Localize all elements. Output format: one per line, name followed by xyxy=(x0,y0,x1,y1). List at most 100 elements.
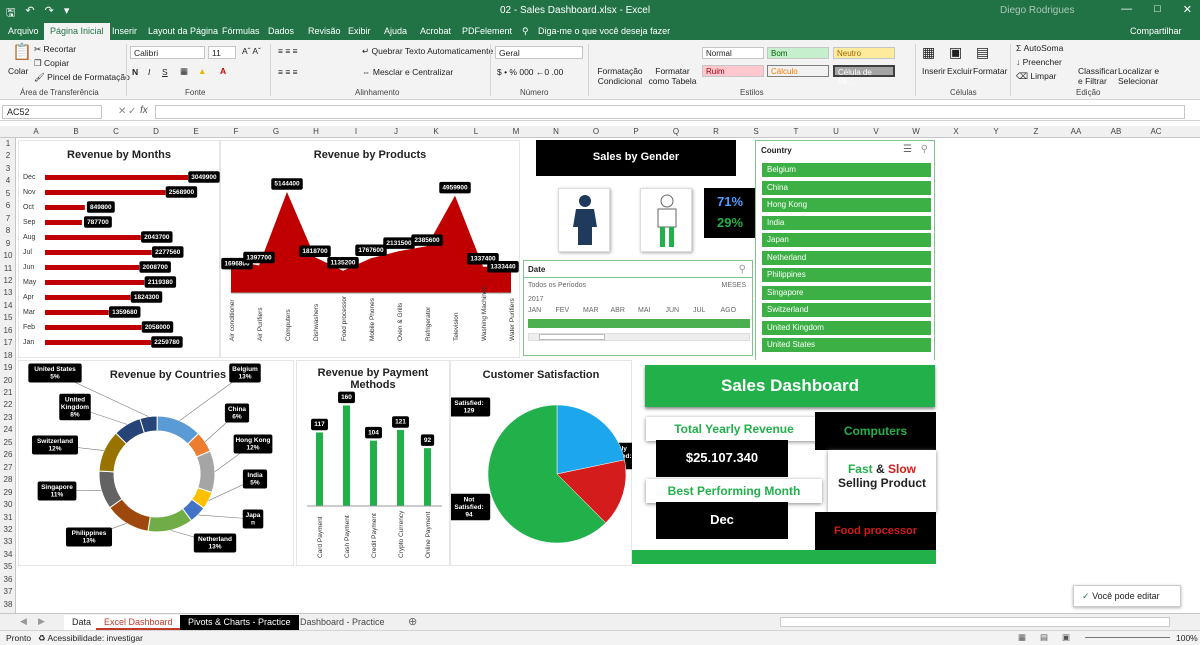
style-bad[interactable]: Ruim xyxy=(702,65,764,77)
row-header[interactable]: 29 xyxy=(0,488,16,497)
user-name[interactable]: Diego Rodrigues xyxy=(1000,5,1075,16)
style-normal[interactable]: Normal xyxy=(702,47,764,59)
format-cells-icon[interactable]: ▤ xyxy=(976,44,989,61)
column-header[interactable]: H xyxy=(296,127,336,136)
format-painter-button[interactable]: 🖌 Pincel de Formatação xyxy=(34,72,130,83)
column-header[interactable]: F xyxy=(216,127,256,136)
cut-button[interactable]: ✂ Recortar xyxy=(34,44,76,55)
timeline-month[interactable]: JUN xyxy=(666,307,680,314)
tab-data[interactable]: Dados xyxy=(268,26,294,36)
underline-button[interactable]: S xyxy=(162,67,168,77)
country-slicer-item[interactable]: United Kingdom xyxy=(762,320,931,335)
timeline-month[interactable]: JUL xyxy=(693,307,705,314)
name-box[interactable]: AC52 xyxy=(2,105,102,119)
row-header[interactable]: 28 xyxy=(0,475,16,484)
normal-view-icon[interactable]: ▦ xyxy=(1018,632,1026,643)
tab-file[interactable]: Arquivo xyxy=(8,26,39,36)
column-header[interactable]: G xyxy=(256,127,296,136)
clear-filter-icon[interactable]: ⚲ xyxy=(739,264,746,275)
row-header[interactable]: 1 xyxy=(0,139,16,148)
font-size-select[interactable]: 11 xyxy=(208,46,236,59)
column-header[interactable]: C xyxy=(96,127,136,136)
sheet-tab-excel-dashboard[interactable]: Excel Dashboard xyxy=(96,615,181,630)
row-header[interactable]: 27 xyxy=(0,463,16,472)
tab-pdfelement[interactable]: PDFelement xyxy=(462,26,512,36)
column-header[interactable]: Z xyxy=(1016,127,1056,136)
tell-me-search[interactable]: Diga-me o que você deseja fazer xyxy=(538,26,670,36)
multi-select-icon[interactable]: ☰ xyxy=(903,144,912,155)
country-slicer-item[interactable]: Netherland xyxy=(762,250,931,265)
column-header[interactable]: K xyxy=(416,127,456,136)
clear-filter-icon[interactable]: ⚲ xyxy=(921,144,928,155)
row-header[interactable]: 33 xyxy=(0,537,16,546)
country-slicer-item[interactable]: United States xyxy=(762,338,931,352)
sort-filter-button[interactable]: Classificar e Filtrar xyxy=(1078,66,1118,86)
row-header[interactable]: 8 xyxy=(0,226,16,235)
tab-view[interactable]: Exibir xyxy=(348,26,371,36)
format-cells-button[interactable]: Formatar xyxy=(973,66,1007,76)
save-icon[interactable]: 🖫 xyxy=(6,4,15,23)
timeline-scrollbar[interactable] xyxy=(528,333,750,341)
minimize-button[interactable]: — xyxy=(1121,3,1132,16)
row-header[interactable]: 36 xyxy=(0,575,16,584)
tab-home[interactable]: Página Inicial xyxy=(44,23,110,40)
share-button[interactable]: Compartilhar xyxy=(1130,26,1182,36)
customize-icon[interactable]: ▾ xyxy=(64,4,70,23)
page-layout-view-icon[interactable]: ▤ xyxy=(1040,632,1048,643)
paste-icon[interactable]: 📋 xyxy=(12,42,32,62)
zoom-level[interactable]: 100% xyxy=(1176,633,1198,643)
column-header[interactable]: AA xyxy=(1056,127,1096,136)
column-header[interactable]: I xyxy=(336,127,376,136)
currency-icon[interactable]: $ • % 000 ←0 .00 xyxy=(497,67,563,77)
next-sheet-icon[interactable]: ▶ xyxy=(38,616,45,627)
prev-sheet-icon[interactable]: ◀ xyxy=(20,616,27,627)
style-calculation[interactable]: Cálculo xyxy=(767,65,829,77)
column-header[interactable]: P xyxy=(616,127,656,136)
country-slicer-item[interactable]: Switzerland xyxy=(762,303,931,317)
column-header[interactable]: Q xyxy=(656,127,696,136)
column-header[interactable]: S xyxy=(736,127,776,136)
timeline-month[interactable]: ABR xyxy=(611,307,625,314)
style-neutral[interactable]: Neutro xyxy=(833,47,895,59)
column-header[interactable]: M xyxy=(496,127,536,136)
timeline-month[interactable]: MAI xyxy=(638,307,650,314)
row-header[interactable]: 32 xyxy=(0,525,16,534)
clear-button[interactable]: ⌫ Limpar xyxy=(1016,71,1056,82)
tab-page-layout[interactable]: Layout da Página xyxy=(148,26,218,36)
tab-review[interactable]: Revisão xyxy=(308,26,341,36)
undo-icon[interactable]: ↶ xyxy=(25,4,34,23)
column-header[interactable]: AC xyxy=(1136,127,1176,136)
font-color-icon[interactable]: A xyxy=(220,66,226,76)
fx-icon[interactable]: fx xyxy=(140,105,148,116)
row-header[interactable]: 21 xyxy=(0,388,16,397)
tab-formulas[interactable]: Fórmulas xyxy=(222,26,260,36)
style-good[interactable]: Bom xyxy=(767,47,829,59)
align-left-icon[interactable]: ≡ ≡ ≡ xyxy=(278,67,298,77)
formula-input[interactable] xyxy=(155,105,1185,119)
row-header[interactable]: 22 xyxy=(0,400,16,409)
row-header[interactable]: 37 xyxy=(0,587,16,596)
row-header[interactable]: 35 xyxy=(0,562,16,571)
country-slicer-item[interactable]: Hong Kong xyxy=(762,198,931,212)
column-header[interactable]: A xyxy=(16,127,56,136)
enter-icon[interactable]: ✓ xyxy=(128,106,136,117)
italic-button[interactable]: I xyxy=(148,67,150,77)
maximize-button[interactable]: □ xyxy=(1154,3,1161,16)
number-format-select[interactable]: Geral xyxy=(495,46,583,59)
column-header[interactable]: T xyxy=(776,127,816,136)
row-header[interactable]: 2 xyxy=(0,151,16,160)
column-header[interactable]: V xyxy=(856,127,896,136)
row-header[interactable]: 3 xyxy=(0,164,16,173)
row-header[interactable]: 16 xyxy=(0,326,16,335)
insert-cells-button[interactable]: Inserir xyxy=(922,66,946,76)
row-header[interactable]: 9 xyxy=(0,239,16,248)
paste-button[interactable]: Colar xyxy=(8,66,28,76)
row-header[interactable]: 4 xyxy=(0,176,16,185)
insert-cells-icon[interactable]: ▦ xyxy=(922,44,935,61)
timeline-month[interactable]: AGO xyxy=(721,307,737,314)
country-slicer-item[interactable]: Philippines xyxy=(762,268,931,282)
row-header[interactable]: 17 xyxy=(0,338,16,347)
format-table-button[interactable]: Formatar como Tabela xyxy=(645,66,700,86)
row-header[interactable]: 26 xyxy=(0,450,16,459)
autosum-button[interactable]: Σ AutoSoma xyxy=(1016,43,1063,53)
